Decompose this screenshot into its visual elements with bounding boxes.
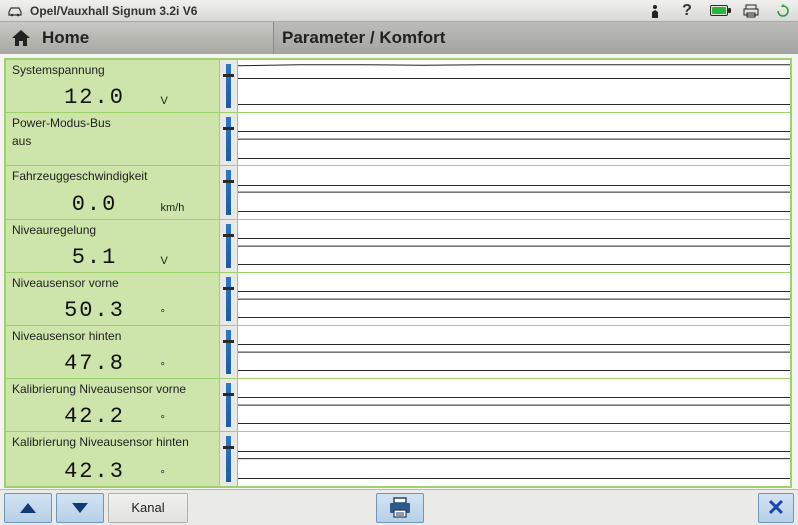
param-unit: ° [161,308,191,323]
param-unit: km/h [161,202,191,217]
graph-canvas [238,273,790,325]
param-label-block: Niveauregelung 5.1 V [6,220,220,272]
param-graph [220,273,790,325]
param-graph [220,379,790,431]
param-row[interactable]: Fahrzeuggeschwindigkeit 0.0 km/h [6,166,790,219]
level-indicator [220,60,238,112]
scroll-up-button[interactable] [4,493,52,523]
param-row[interactable]: Niveauregelung 5.1 V [6,220,790,273]
param-graph [220,113,790,165]
kanal-button[interactable]: Kanal [108,493,188,523]
param-label-block: Fahrzeuggeschwindigkeit 0.0 km/h [6,166,220,218]
person-icon[interactable] [646,4,664,18]
titlebar: Opel/Vauxhall Signum 3.2i V6 ? [0,0,798,22]
header-row: Home Parameter / Komfort [0,22,798,54]
graph-canvas [238,379,790,431]
param-graph [220,326,790,378]
param-label-block: Kalibrierung Niveausensor hinten 42.3 ° [6,432,220,485]
param-row[interactable]: Kalibrierung Niveausensor vorne 42.2 ° [6,379,790,432]
param-name: Power-Modus-Bus [12,116,213,132]
car-icon [6,5,24,17]
param-label-block: Niveausensor vorne 50.3 ° [6,273,220,325]
level-indicator [220,273,238,325]
param-unit: ° [161,361,191,376]
param-value: 47.8 [35,351,155,376]
param-unit: V [161,95,191,110]
param-name: Niveausensor hinten [12,329,213,345]
close-button[interactable]: ✕ [758,493,794,523]
graph-canvas [238,113,790,165]
param-value: 42.2 [35,404,155,429]
param-unit: ° [161,469,191,484]
param-row[interactable]: Power-Modus-Busaus [6,113,790,166]
param-value: 42.3 [35,459,155,484]
parameter-table: Systemspannung12.0VPower-Modus-BusausFah… [4,58,792,488]
param-label-block: Niveausensor hinten 47.8 ° [6,326,220,378]
level-indicator [220,166,238,218]
param-graph [220,432,790,485]
home-icon [10,28,32,48]
param-value: 50.3 [35,298,155,323]
print-button[interactable] [376,493,424,523]
graph-canvas [238,60,790,112]
refresh-icon[interactable] [774,4,792,18]
graph-canvas [238,326,790,378]
param-value: 0.0 [35,192,155,217]
graph-canvas [238,166,790,218]
param-row[interactable]: Niveausensor hinten 47.8 ° [6,326,790,379]
home-label: Home [42,28,89,48]
home-button[interactable]: Home [0,22,274,54]
level-indicator [220,432,238,485]
battery-icon [710,5,728,16]
param-text-value: aus [12,132,213,148]
param-label-block: Systemspannung 12.0 V [6,60,220,112]
level-indicator [220,113,238,165]
param-unit: ° [161,414,191,429]
param-name: Kalibrierung Niveausensor vorne [12,382,213,398]
param-graph [220,60,790,112]
level-indicator [220,379,238,431]
vehicle-name: Opel/Vauxhall Signum 3.2i V6 [30,4,197,18]
param-unit: V [161,255,191,270]
param-name: Systemspannung [12,63,213,79]
param-name: Fahrzeuggeschwindigkeit [12,169,213,185]
help-icon[interactable]: ? [678,2,696,20]
param-label-block: Kalibrierung Niveausensor vorne 42.2 ° [6,379,220,431]
print-icon[interactable] [742,4,760,18]
bottom-toolbar: Kanal ✕ [0,489,798,525]
param-row[interactable]: Systemspannung 12.0 V [6,60,790,113]
param-name: Niveauregelung [12,223,213,239]
param-row[interactable]: Niveausensor vorne 50.3 ° [6,273,790,326]
param-name: Niveausensor vorne [12,276,213,292]
param-name: Kalibrierung Niveausensor hinten [12,435,213,451]
param-value: 12.0 [35,85,155,110]
graph-canvas [238,220,790,272]
param-label-block: Power-Modus-Busaus [6,113,220,165]
param-value: 5.1 [35,245,155,270]
graph-canvas [238,432,790,485]
param-graph [220,166,790,218]
param-row[interactable]: Kalibrierung Niveausensor hinten 42.3 ° [6,432,790,485]
param-graph [220,220,790,272]
page-title: Parameter / Komfort [274,22,798,54]
scroll-down-button[interactable] [56,493,104,523]
level-indicator [220,326,238,378]
level-indicator [220,220,238,272]
